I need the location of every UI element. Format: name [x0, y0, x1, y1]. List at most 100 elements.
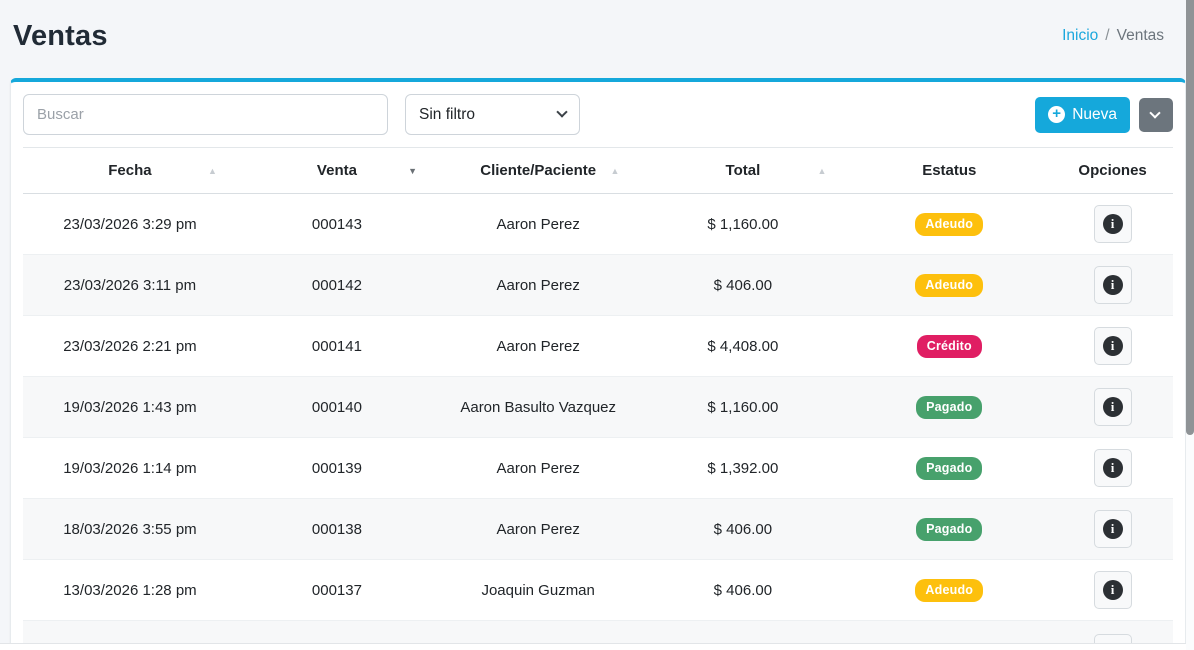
- cell-estatus: Crédito: [846, 316, 1052, 377]
- row-info-button[interactable]: i: [1094, 510, 1132, 548]
- sort-arrow-icon: ▲: [610, 166, 619, 176]
- cell-total: $ 1,160.00: [639, 194, 846, 255]
- table-row[interactable]: 13/03/2026 1:28 pm 000137 Joaquin Guzman…: [23, 560, 1173, 621]
- breadcrumb: Inicio / Ventas: [1062, 27, 1164, 45]
- cell-estatus: Pagado: [846, 499, 1052, 560]
- ventas-card: Sin filtro + Nueva Fecha ▲ Venta ▼ Clien…: [10, 78, 1186, 650]
- row-info-button[interactable]: i: [1094, 449, 1132, 487]
- breadcrumb-home-link[interactable]: Inicio: [1062, 27, 1098, 45]
- new-sale-button[interactable]: + Nueva: [1035, 97, 1130, 133]
- column-header-estatus[interactable]: Estatus: [846, 148, 1052, 194]
- table-row[interactable]: 23/03/2026 2:21 pm 000141 Aaron Perez $ …: [23, 316, 1173, 377]
- cell-cliente-paciente: Aaron Perez: [437, 438, 639, 499]
- search-input[interactable]: [23, 94, 388, 135]
- column-header-label: Opciones: [1078, 162, 1146, 179]
- status-badge: Pagado: [916, 396, 982, 419]
- column-header-label: Total: [726, 162, 761, 179]
- vertical-scrollbar: [1186, 0, 1194, 650]
- table-row[interactable]: 18/03/2026 3:55 pm 000138 Aaron Perez $ …: [23, 499, 1173, 560]
- cell-venta: 000141: [237, 316, 437, 377]
- cell-cliente-paciente: Aaron Perez: [437, 499, 639, 560]
- cell-fecha: 23/03/2026 2:21 pm: [23, 316, 237, 377]
- cell-venta: 000140: [237, 377, 437, 438]
- table-row[interactable]: 23/03/2026 3:11 pm 000142 Aaron Perez $ …: [23, 255, 1173, 316]
- row-info-button[interactable]: i: [1094, 205, 1132, 243]
- cell-cliente-paciente: Joaquin Guzman: [437, 560, 639, 621]
- column-header-cliente-paciente[interactable]: Cliente/Paciente ▲: [437, 148, 639, 194]
- table-row[interactable]: 19/03/2026 1:14 pm 000139 Aaron Perez $ …: [23, 438, 1173, 499]
- cell-estatus: Adeudo: [846, 194, 1052, 255]
- plus-circle-icon: +: [1048, 106, 1065, 123]
- new-sale-button-label: Nueva: [1072, 106, 1117, 124]
- cell-estatus: Adeudo: [846, 560, 1052, 621]
- info-icon: i: [1103, 275, 1123, 295]
- cell-venta: 000139: [237, 438, 437, 499]
- status-badge: Adeudo: [915, 579, 983, 602]
- table-row[interactable]: 23/03/2026 3:29 pm 000143 Aaron Perez $ …: [23, 194, 1173, 255]
- sort-arrow-icon: ▲: [817, 166, 826, 176]
- row-info-button[interactable]: i: [1094, 266, 1132, 304]
- info-icon: i: [1103, 458, 1123, 478]
- cell-total: $ 406.00: [639, 255, 846, 316]
- info-icon: i: [1103, 519, 1123, 539]
- cell-total: $ 406.00: [639, 499, 846, 560]
- row-info-button[interactable]: i: [1094, 388, 1132, 426]
- info-icon: i: [1103, 214, 1123, 234]
- chevron-down-icon: [1149, 107, 1160, 118]
- cell-cliente-paciente: Aaron Perez: [437, 255, 639, 316]
- cell-fecha: 23/03/2026 3:11 pm: [23, 255, 237, 316]
- cell-fecha: 23/03/2026 3:29 pm: [23, 194, 237, 255]
- row-info-button[interactable]: i: [1094, 571, 1132, 609]
- cell-cliente-paciente: Aaron Perez: [437, 194, 639, 255]
- row-info-button[interactable]: i: [1094, 327, 1132, 365]
- info-icon: i: [1103, 580, 1123, 600]
- table-row[interactable]: 19/03/2026 1:43 pm 000140 Aaron Basulto …: [23, 377, 1173, 438]
- cell-opciones: i: [1052, 316, 1173, 377]
- breadcrumb-current: Ventas: [1117, 27, 1164, 45]
- cell-opciones: i: [1052, 438, 1173, 499]
- cell-fecha: 13/03/2026 1:28 pm: [23, 560, 237, 621]
- sort-arrow-icon: ▼: [408, 166, 417, 176]
- scrollbar-thumb[interactable]: [1186, 0, 1194, 435]
- cell-venta: 000138: [237, 499, 437, 560]
- cell-opciones: i: [1052, 560, 1173, 621]
- status-badge: Adeudo: [915, 213, 983, 236]
- cell-opciones: i: [1052, 194, 1173, 255]
- cell-fecha: 19/03/2026 1:14 pm: [23, 438, 237, 499]
- cell-estatus: Pagado: [846, 438, 1052, 499]
- column-header-label: Venta: [317, 162, 357, 179]
- cell-cliente-paciente: Aaron Basulto Vazquez: [437, 377, 639, 438]
- table-header-row: Fecha ▲ Venta ▼ Cliente/Paciente ▲ Total…: [23, 148, 1173, 194]
- cell-total: $ 1,160.00: [639, 377, 846, 438]
- more-actions-button[interactable]: [1139, 98, 1173, 132]
- cell-venta: 000137: [237, 560, 437, 621]
- cell-estatus: Pagado: [846, 377, 1052, 438]
- column-header-label: Fecha: [108, 162, 151, 179]
- status-badge: Adeudo: [915, 274, 983, 297]
- cell-estatus: Adeudo: [846, 255, 1052, 316]
- cell-venta: 000142: [237, 255, 437, 316]
- info-icon: i: [1103, 336, 1123, 356]
- column-header-venta[interactable]: Venta ▼: [237, 148, 437, 194]
- cell-cliente-paciente: Aaron Perez: [437, 316, 639, 377]
- column-header-fecha[interactable]: Fecha ▲: [23, 148, 237, 194]
- sort-arrow-icon: ▲: [208, 166, 217, 176]
- status-badge: Crédito: [917, 335, 982, 358]
- toolbar: Sin filtro + Nueva: [11, 82, 1185, 147]
- status-badge: Pagado: [916, 518, 982, 541]
- page-title: Ventas: [13, 20, 108, 53]
- filter-select-wrap: Sin filtro: [405, 94, 580, 135]
- column-header-opciones[interactable]: Opciones: [1052, 148, 1173, 194]
- info-icon: i: [1103, 397, 1123, 417]
- cell-total: $ 1,392.00: [639, 438, 846, 499]
- filter-select[interactable]: Sin filtro: [405, 94, 580, 135]
- cell-total: $ 406.00: [639, 560, 846, 621]
- page-header: Ventas Inicio / Ventas: [0, 0, 1194, 78]
- cell-opciones: i: [1052, 255, 1173, 316]
- cell-opciones: i: [1052, 499, 1173, 560]
- cell-opciones: i: [1052, 377, 1173, 438]
- status-badge: Pagado: [916, 457, 982, 480]
- cell-fecha: 19/03/2026 1:43 pm: [23, 377, 237, 438]
- column-header-total[interactable]: Total ▲: [639, 148, 846, 194]
- cell-fecha: 18/03/2026 3:55 pm: [23, 499, 237, 560]
